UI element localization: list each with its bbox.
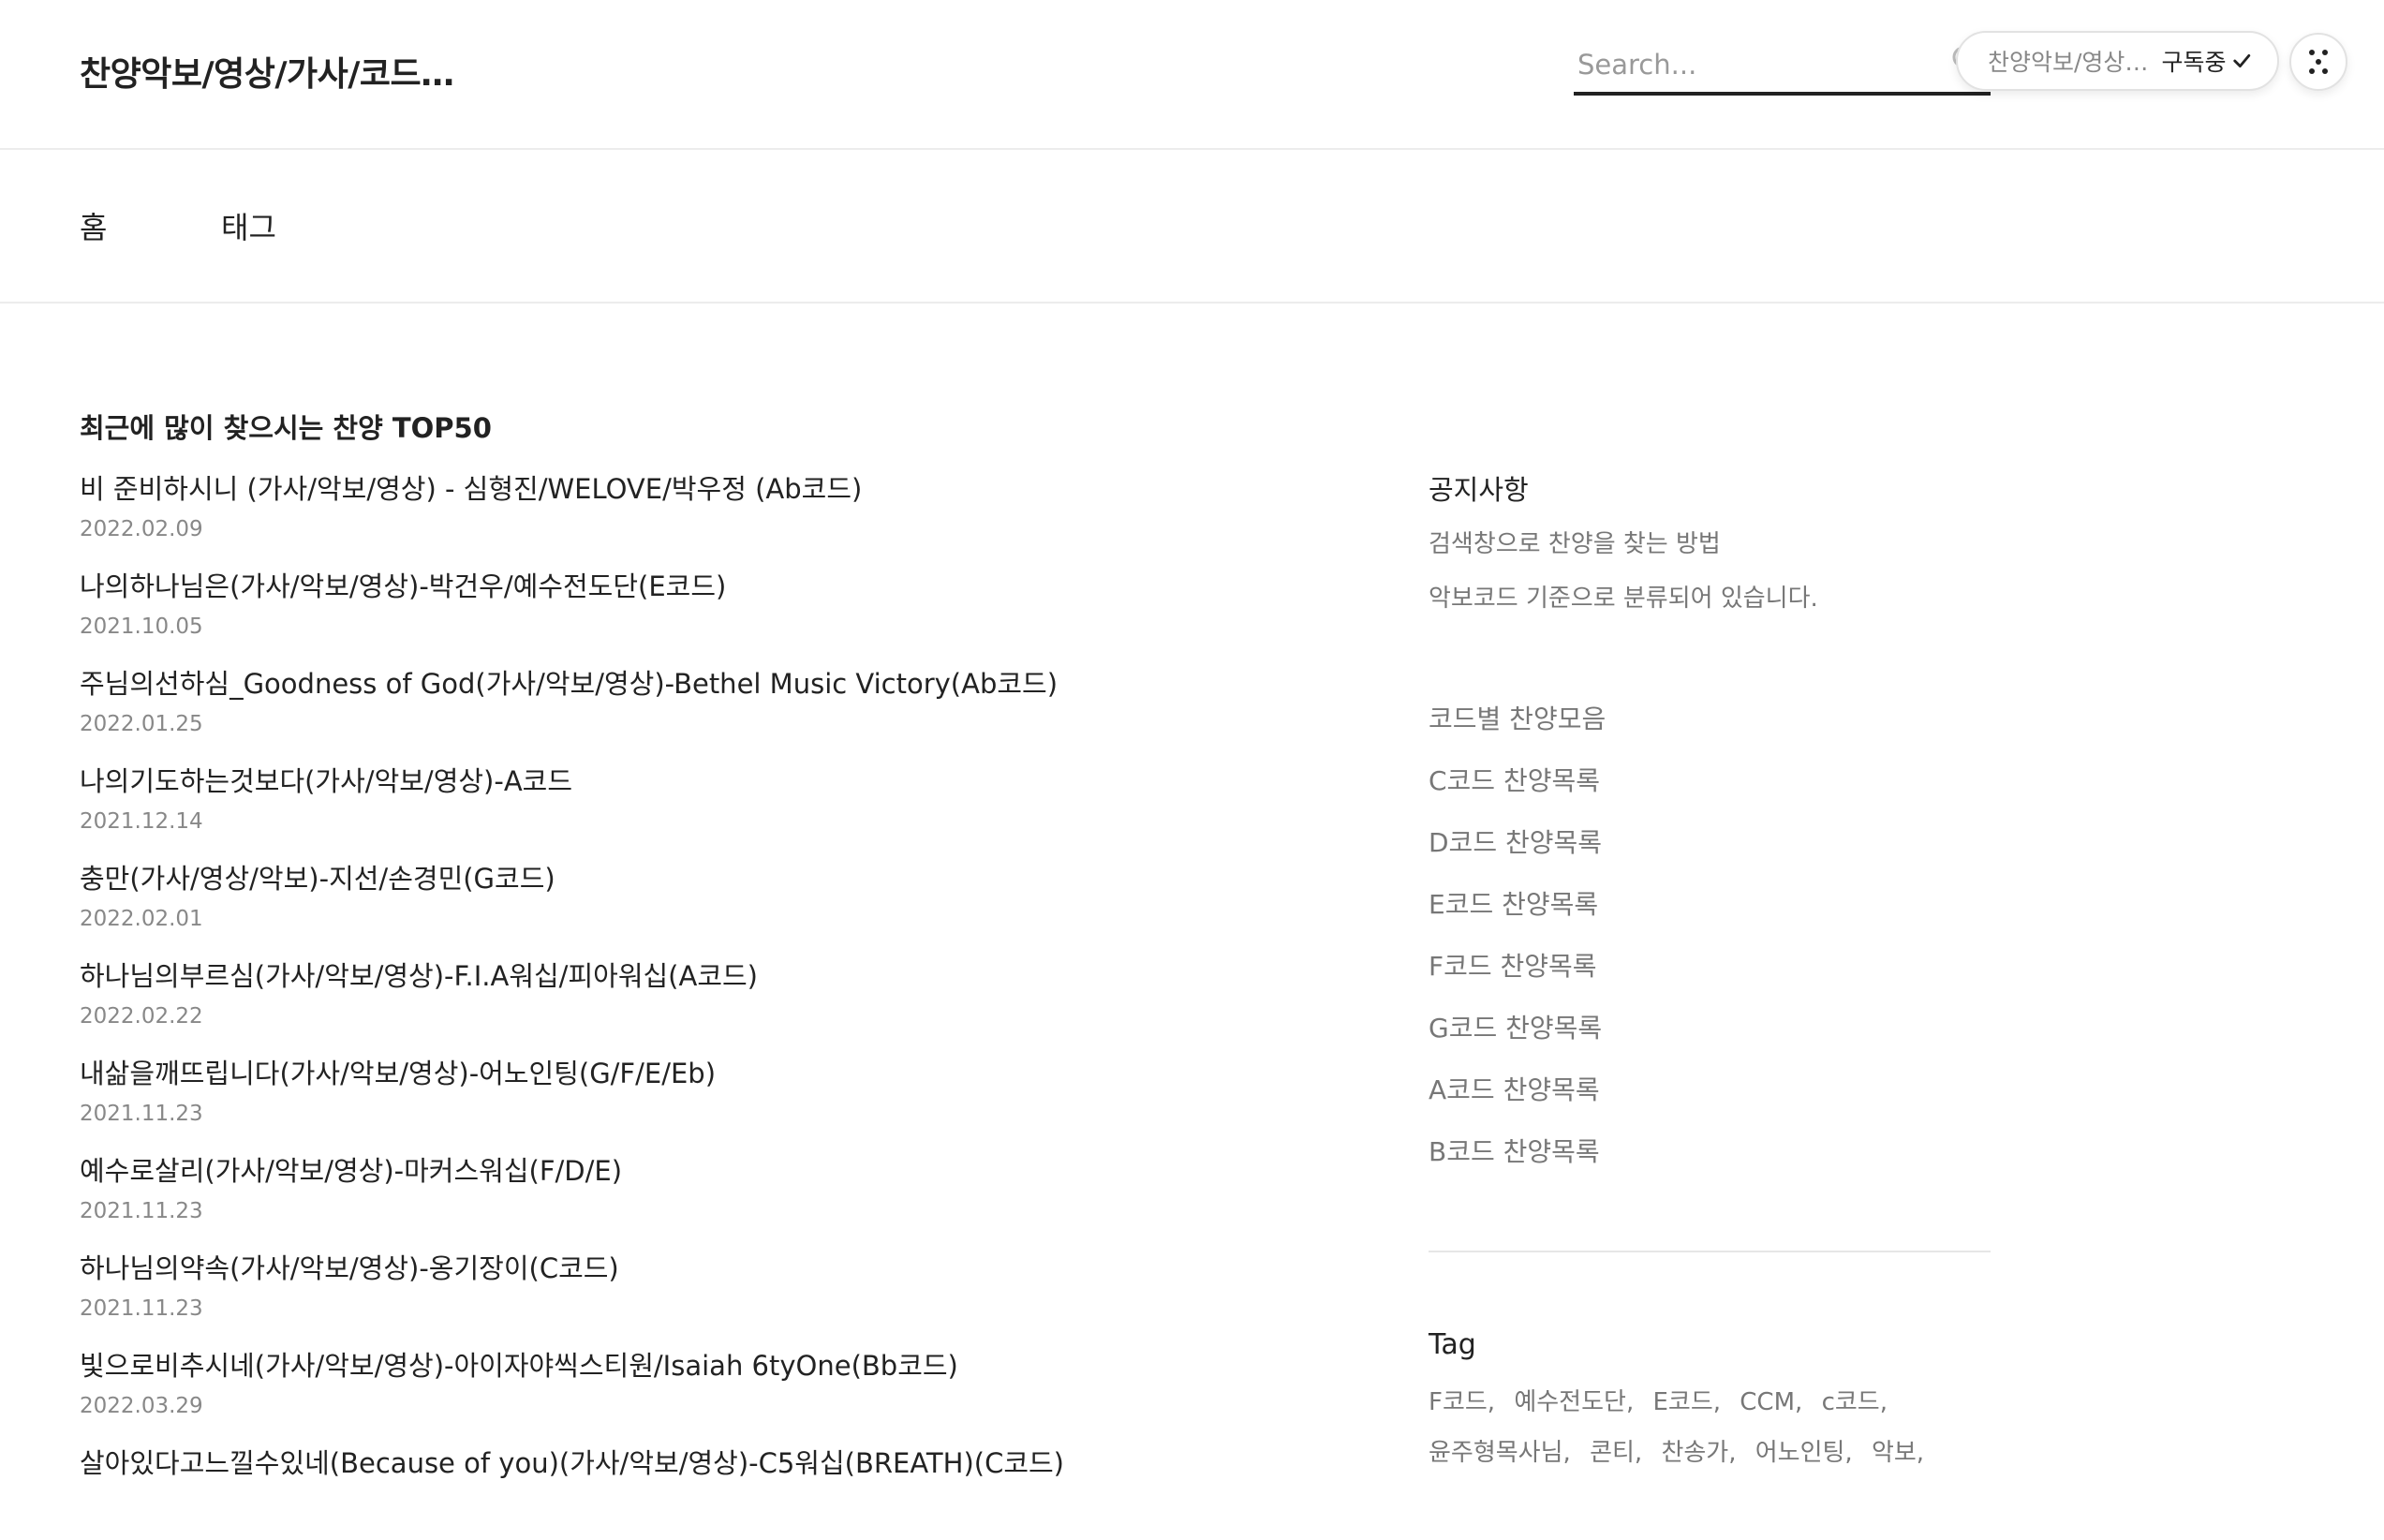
tag-link[interactable]: 어노인팅 xyxy=(1755,1439,1845,1467)
post-date: 2021.11.23 xyxy=(80,1102,203,1126)
nav-item-tags[interactable]: 태그 xyxy=(221,204,276,247)
site-header: 찬양악보/영상/가사/코드… 찬양악보/영상… 구독중 xyxy=(0,0,2384,150)
post-title[interactable]: 나의하나님은(가사/악보/영상)-박건우/예수전도단(E코드) xyxy=(80,566,1297,607)
post-date: 2022.02.01 xyxy=(80,907,203,931)
subscribe-button[interactable]: 찬양악보/영상… 구독중 xyxy=(1956,31,2279,91)
post-date: 2022.01.25 xyxy=(80,712,203,736)
check-icon xyxy=(2233,53,2251,68)
tag-link[interactable]: c코드 xyxy=(1822,1388,1880,1416)
tag-link[interactable]: 콘티 xyxy=(1590,1439,1635,1467)
post-item[interactable]: 내삶을깨뜨립니다(가사/악보/영상)-어노인팅(G/F/E/Eb) 2021.1… xyxy=(80,1053,1297,1150)
tag-link[interactable]: 악보 xyxy=(1872,1439,1917,1467)
category-item[interactable]: G코드 찬양목록 xyxy=(1429,1008,1602,1045)
post-item[interactable]: 예수로살리(가사/악보/영상)-마커스워십(F/D/E) 2021.11.23 xyxy=(80,1150,1297,1248)
post-item[interactable]: 주님의선하심_Goodness of God(가사/악보/영상)-Bethel … xyxy=(80,663,1297,761)
post-item[interactable]: 하나님의약속(가사/악보/영상)-옹기장이(C코드) 2021.11.23 xyxy=(80,1248,1297,1345)
more-menu-button[interactable] xyxy=(2289,33,2347,91)
sidebar-divider xyxy=(1429,1251,1991,1252)
section-title: 최근에 많이 찾으시는 찬양 TOP50 xyxy=(80,412,492,444)
post-date: 2021.10.05 xyxy=(80,615,203,639)
post-date: 2022.02.09 xyxy=(80,517,203,541)
tag-link[interactable]: 윤주형목사님 xyxy=(1429,1439,1563,1467)
post-title[interactable]: 주님의선하심_Goodness of God(가사/악보/영상)-Bethel … xyxy=(80,663,1297,704)
tag-link[interactable]: 예수전도단 xyxy=(1514,1388,1626,1416)
search-box[interactable] xyxy=(1574,34,1991,96)
post-title[interactable]: 충만(가사/영상/악보)-지선/손경민(G코드) xyxy=(80,858,1297,899)
post-title[interactable]: 비 준비하시니 (가사/악보/영상) - 심형진/WELOVE/박우정 (Ab코… xyxy=(80,468,1297,510)
category-item[interactable]: D코드 찬양목록 xyxy=(1429,822,1602,860)
notice-heading: 공지사항 xyxy=(1429,474,1529,506)
post-title[interactable]: 하나님의부르심(가사/악보/영상)-F.I.A워십/피아워십(A코드) xyxy=(80,955,1297,997)
tag-link[interactable]: 찬송가 xyxy=(1661,1439,1728,1467)
post-date: 2021.12.14 xyxy=(80,809,203,834)
post-item[interactable]: 나의하나님은(가사/악보/영상)-박건우/예수전도단(E코드) 2021.10.… xyxy=(80,566,1297,663)
post-title[interactable]: 예수로살리(가사/악보/영상)-마커스워십(F/D/E) xyxy=(80,1150,1297,1192)
dots-menu-icon xyxy=(2309,50,2328,74)
post-date: 2021.11.23 xyxy=(80,1296,203,1321)
tag-link[interactable]: CCM xyxy=(1740,1388,1795,1416)
main-nav: 홈 태그 xyxy=(0,150,2384,304)
category-item[interactable]: E코드 찬양목록 xyxy=(1429,884,1598,922)
tag-heading: Tag xyxy=(1429,1328,1476,1361)
subscribe-blog-name: 찬양악보/영상… xyxy=(1988,49,2149,76)
post-date: 2022.03.29 xyxy=(80,1394,203,1418)
tag-list: 윤주형목사님, 콘티, 찬송가, 어노인팅, 악보, xyxy=(1429,1439,1925,1467)
nav-item-home[interactable]: 홈 xyxy=(80,204,107,247)
post-date: 2021.11.23 xyxy=(80,1199,203,1223)
post-title[interactable]: 나의기도하는것보다(가사/악보/영상)-A코드 xyxy=(80,761,1297,802)
post-item[interactable]: 충만(가사/영상/악보)-지선/손경민(G코드) 2022.02.01 xyxy=(80,858,1297,955)
tag-link[interactable]: F코드 xyxy=(1429,1388,1488,1416)
post-item[interactable]: 하나님의부르심(가사/악보/영상)-F.I.A워십/피아워십(A코드) 2022… xyxy=(80,955,1297,1053)
search-input[interactable] xyxy=(1576,41,1932,88)
post-title[interactable]: 살아있다고느낄수있네(Because of you)(가사/악보/영상)-C5워… xyxy=(80,1443,1297,1484)
tag-list: F코드, 예수전도단, E코드, CCM, c코드, xyxy=(1429,1388,1888,1416)
notice-item[interactable]: 악보코드 기준으로 분류되어 있습니다. xyxy=(1429,579,1818,614)
tag-link[interactable]: E코드 xyxy=(1652,1388,1712,1416)
category-item[interactable]: F코드 찬양목록 xyxy=(1429,946,1597,984)
post-title[interactable]: 내삶을깨뜨립니다(가사/악보/영상)-어노인팅(G/F/E/Eb) xyxy=(80,1053,1297,1094)
category-item[interactable]: C코드 찬양목록 xyxy=(1429,761,1600,798)
category-item[interactable]: 코드별 찬양모음 xyxy=(1429,699,1606,736)
category-item[interactable]: B코드 찬양목록 xyxy=(1429,1132,1600,1169)
site-title[interactable]: 찬양악보/영상/가사/코드… xyxy=(80,47,454,96)
post-item[interactable]: 살아있다고느낄수있네(Because of you)(가사/악보/영상)-C5워… xyxy=(80,1443,1297,1540)
post-item[interactable]: 빛으로비추시네(가사/악보/영상)-아이자야씩스티원/Isaiah 6tyOne… xyxy=(80,1345,1297,1443)
post-title[interactable]: 하나님의약속(가사/악보/영상)-옹기장이(C코드) xyxy=(80,1248,1297,1289)
post-date xyxy=(80,1488,1297,1519)
post-list: 비 준비하시니 (가사/악보/영상) - 심형진/WELOVE/박우정 (Ab코… xyxy=(80,468,1297,1540)
post-date: 2022.02.22 xyxy=(80,1004,203,1029)
notice-item[interactable]: 검색창으로 찬양을 찾는 방법 xyxy=(1429,525,1721,559)
post-item[interactable]: 나의기도하는것보다(가사/악보/영상)-A코드 2021.12.14 xyxy=(80,761,1297,858)
subscribe-state: 구독중 xyxy=(2161,49,2227,76)
post-title[interactable]: 빛으로비추시네(가사/악보/영상)-아이자야씩스티원/Isaiah 6tyOne… xyxy=(80,1345,1297,1386)
post-item[interactable]: 비 준비하시니 (가사/악보/영상) - 심형진/WELOVE/박우정 (Ab코… xyxy=(80,468,1297,566)
category-item[interactable]: A코드 찬양목록 xyxy=(1429,1070,1600,1107)
